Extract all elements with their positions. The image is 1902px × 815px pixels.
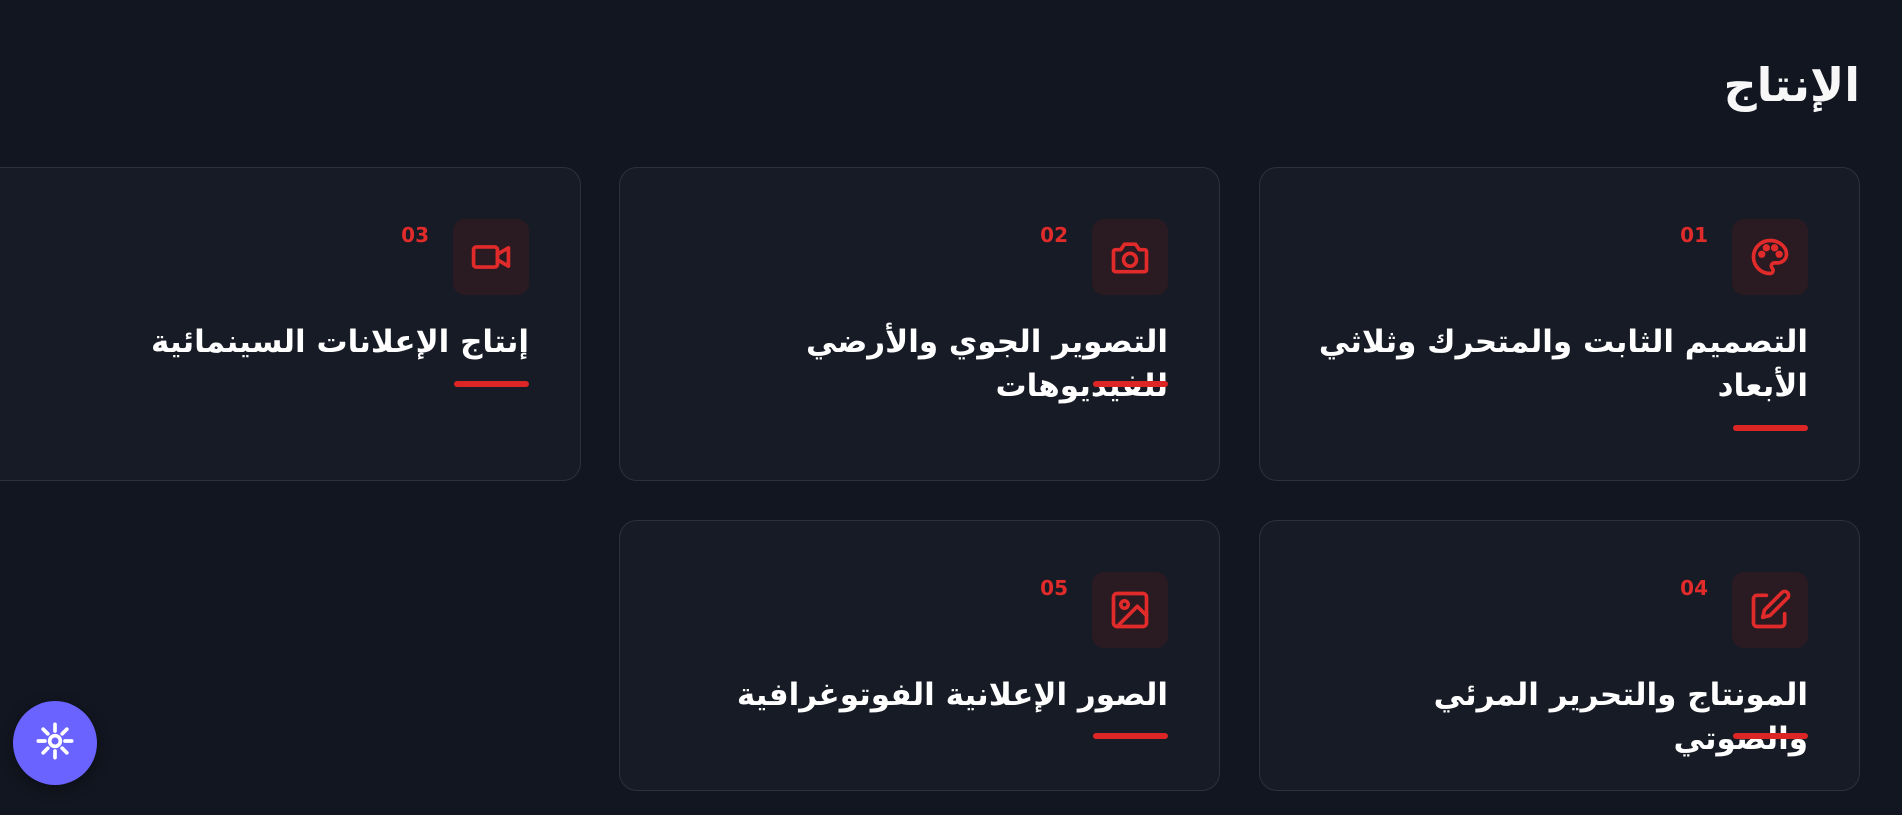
card-title: الصور الإعلانية الفوتوغرافية xyxy=(736,677,1168,713)
service-card-photos[interactable]: 05 الصور الإعلانية الفوتوغرافية xyxy=(619,520,1220,791)
card-underline xyxy=(1093,381,1168,387)
card-number: 05 xyxy=(1040,576,1068,600)
service-card-editing[interactable]: 04 المونتاج والتحرير المرئي والصوتي xyxy=(1259,520,1860,791)
service-card-ads[interactable]: 03 إنتاج الإعلانات السينمائية xyxy=(0,167,581,481)
accessibility-icon xyxy=(35,721,75,765)
image-icon xyxy=(1092,572,1168,648)
card-underline xyxy=(1093,733,1168,739)
service-card-photography[interactable]: 02 التصوير الجوي والأرضي للفيديوهات xyxy=(619,167,1220,481)
card-number: 03 xyxy=(401,223,429,247)
palette-icon xyxy=(1732,219,1808,295)
card-number: 01 xyxy=(1680,223,1708,247)
card-number: 04 xyxy=(1680,576,1708,600)
accessibility-button[interactable] xyxy=(13,701,97,785)
card-title: التصوير الجوي والأرضي للفيديوهات xyxy=(805,324,1168,404)
card-underline xyxy=(1733,425,1808,431)
card-underline xyxy=(454,381,529,387)
card-title: المونتاج والتحرير المرئي والصوتي xyxy=(1433,677,1808,757)
card-title: إنتاج الإعلانات السينمائية xyxy=(151,324,529,360)
services-page: الإنتاج 01 التصميم الثابت والمتحرك وثلاث… xyxy=(0,0,1902,815)
section-title: الإنتاج xyxy=(1723,58,1861,112)
service-card-design[interactable]: 01 التصميم الثابت والمتحرك وثلاثي الأبعا… xyxy=(1259,167,1860,481)
card-number: 02 xyxy=(1040,223,1068,247)
card-title: التصميم الثابت والمتحرك وثلاثي الأبعاد xyxy=(1318,324,1808,404)
card-underline xyxy=(1733,733,1808,739)
video-camera-icon xyxy=(453,219,529,295)
camera-icon xyxy=(1092,219,1168,295)
edit-icon xyxy=(1732,572,1808,648)
